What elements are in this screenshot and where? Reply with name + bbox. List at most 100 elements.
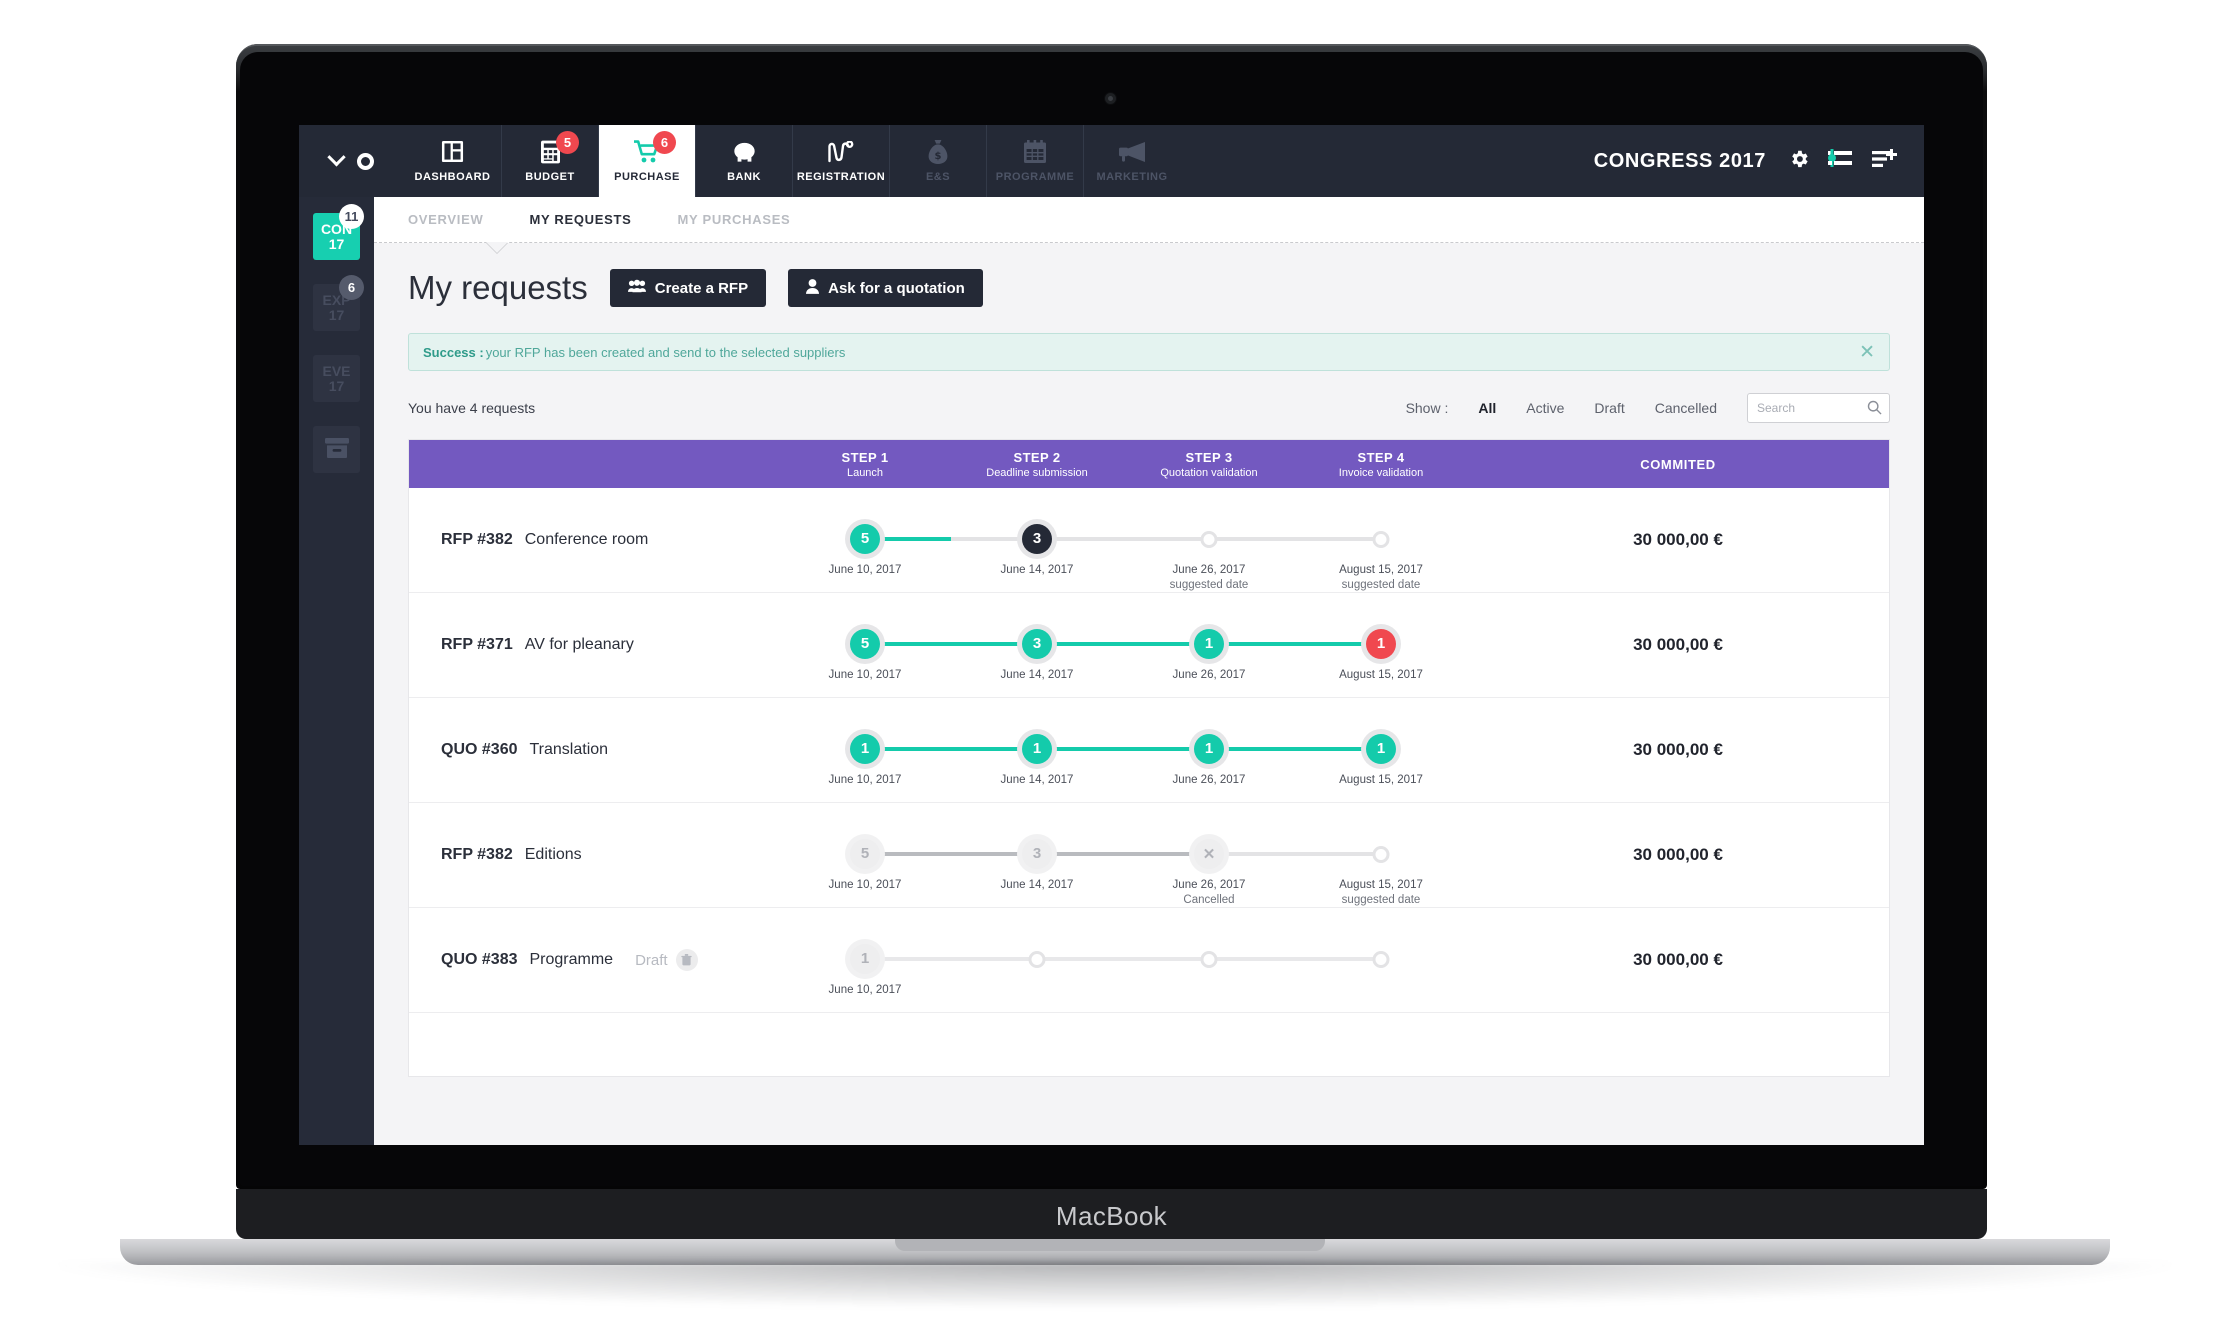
ask-quotation-label: Ask for a quotation [828, 279, 965, 297]
trash-icon[interactable] [675, 949, 698, 971]
tab-my-purchases[interactable]: MY PURCHASES [678, 212, 791, 227]
step-date: June 14, 2017 [951, 563, 1123, 579]
step-circle: 1 [850, 733, 880, 764]
nav-item-label: BUDGET [525, 171, 575, 183]
users-icon [627, 279, 646, 297]
nav-item-label: PURCHASE [614, 171, 680, 183]
step-circle: 5 [850, 628, 880, 659]
row-request-name: QUO #360 Translation [409, 741, 779, 759]
filter-active[interactable]: Active [1526, 400, 1564, 416]
tab-overview[interactable]: OVERVIEW [408, 212, 483, 227]
gear-icon[interactable] [1788, 148, 1810, 175]
step-date-main: August 15, 2017 [1339, 668, 1423, 681]
step-date: June 10, 2017 [779, 773, 951, 789]
device-label: MacBook [1055, 1201, 1168, 1231]
sidebar-item-eve[interactable]: EVE 17 [313, 355, 360, 402]
row-amount: 30 000,00 € [1633, 740, 1723, 759]
chevron-down-icon [326, 147, 346, 166]
step-date-main: June 14, 2017 [1000, 668, 1074, 681]
nav-item-label: E&S [925, 171, 951, 183]
nav-item-bank[interactable]: BANK [695, 125, 792, 197]
th-step-3: STEP 3 Quotation validation [1123, 450, 1295, 479]
row-title: AV for pleanary [524, 636, 634, 653]
nav-item-marketing[interactable]: MARKETING [1083, 125, 1180, 197]
step-circle: 3 [1022, 628, 1052, 659]
line-chart-icon [828, 139, 854, 164]
nav-item-budget[interactable]: BUDGET 5 [501, 125, 598, 197]
filter-draft[interactable]: Draft [1594, 400, 1624, 416]
nav-item-e-s[interactable]: $ E&S [889, 125, 986, 197]
step-date-main: June 14, 2017 [1000, 878, 1074, 891]
screenshot-stage: DASHBOARD BUDGET 5 PURCHASE 6 BANK REGISTRATIO… [0, 0, 2222, 1344]
row-step-track: 5 June 10, 2017 3 June 14, 2017 June 26, 201… [779, 488, 1467, 593]
list-add-icon[interactable] [1872, 148, 1898, 174]
sidebar-badge: 11 [339, 204, 364, 229]
draft-label: Draft [635, 951, 668, 969]
sidebar-item-line2: 17 [328, 377, 345, 394]
sidebar-item-line1: EVE [322, 362, 351, 379]
sliders-icon[interactable] [1828, 148, 1854, 174]
th-commited: COMMITED [1640, 456, 1716, 472]
create-rfp-button[interactable]: Create a RFP [609, 269, 767, 307]
tab-my-requests[interactable]: MY REQUESTS [529, 212, 631, 227]
step-circle [1372, 530, 1390, 548]
nav-item-programme[interactable]: PROGRAMME [986, 125, 1083, 197]
step-connector-fill [1037, 641, 1209, 646]
step-circle: 5 [850, 838, 880, 869]
table-row[interactable]: RFP #382 Editions 5 June 10, 2017 3 June 14, … [409, 803, 1889, 908]
table-row[interactable]: QUO #360 Translation 1 June 10, 2017 1 June 1… [409, 698, 1889, 803]
laptop-base-notch [895, 1239, 1325, 1251]
table-header-row: STEP 1 Launch STEP 2 Deadline submission… [409, 440, 1889, 488]
close-icon[interactable]: ✕ [1859, 343, 1875, 362]
search-box [1747, 393, 1890, 423]
table-row[interactable]: RFP #371 AV for pleanary 5 June 10, 2017 3 Ju… [409, 593, 1889, 698]
step-date-main: June 10, 2017 [828, 983, 902, 996]
step-circle: 1 [1022, 733, 1052, 764]
step-date-main: June 10, 2017 [828, 773, 902, 786]
nav-item-registration[interactable]: REGISTRATION [792, 125, 889, 197]
filter-controls: Show : All Active Draft Cancelled [1406, 393, 1890, 423]
row-amount: 30 000,00 € [1633, 950, 1723, 969]
filter-all[interactable]: All [1478, 400, 1496, 416]
step-connector-fill [1209, 746, 1381, 751]
step-circle: 1 [1366, 628, 1396, 659]
step-date: August 15, 2017 [1295, 668, 1467, 684]
sidebar-badge: 6 [339, 275, 364, 300]
filter-cancelled[interactable]: Cancelled [1655, 400, 1717, 416]
piggy-bank-icon [733, 139, 756, 164]
table-row[interactable]: RFP #382 Conference room 5 June 10, 2017 3 Ju… [409, 488, 1889, 593]
th-step-2-subtitle: Deadline submission [986, 466, 1088, 479]
workspace-title: CONGRESS 2017 [1593, 149, 1766, 172]
row-step-track: 1 June 10, 2017 1 June 14, 2017 1 June 26, 20… [779, 698, 1467, 803]
sidebar-item-archive[interactable] [313, 426, 360, 473]
step-date-main: June 26, 2017 [1172, 773, 1246, 786]
sidebar-item-exp[interactable]: EXP 17 6 [313, 275, 364, 331]
row-amount: 30 000,00 € [1633, 530, 1723, 549]
step-circle: 5 [850, 523, 880, 554]
sidebar-item-con[interactable]: CON 17 11 [313, 204, 364, 260]
brand-logo[interactable] [299, 125, 404, 197]
request-count: You have 4 requests [408, 400, 536, 416]
step-circle [1372, 950, 1390, 968]
row-step-track: 5 June 10, 2017 3 June 14, 2017 1 June 26, 20… [779, 593, 1467, 698]
step-connector-base [1209, 536, 1381, 541]
step-date-main: August 15, 2017 [1339, 773, 1423, 786]
page-header: My requests Create a RFP Ask for a quota… [374, 243, 1924, 307]
th-step-4: STEP 4 Invoice validation [1295, 450, 1467, 479]
table-row[interactable]: QUO #383 Programme Draft 1 June 10, 2017 30 0… [409, 908, 1889, 1013]
step-connector-base [1209, 956, 1381, 961]
svg-text:$: $ [935, 151, 942, 162]
search-icon[interactable] [1867, 400, 1882, 420]
show-label: Show : [1405, 400, 1449, 416]
ask-quotation-button[interactable]: Ask for a quotation [788, 269, 983, 307]
nav-item-dashboard[interactable]: DASHBOARD [404, 125, 501, 197]
step-connector-base [1037, 956, 1209, 961]
create-rfp-label: Create a RFP [654, 279, 749, 297]
step-date-main: June 14, 2017 [1000, 563, 1074, 576]
sub-navigation: OVERVIEW MY REQUESTS MY PURCHASES [374, 197, 1924, 253]
th-step-1-title: STEP 1 [841, 449, 889, 465]
nav-item-purchase[interactable]: PURCHASE 6 [598, 125, 695, 197]
step-connector-base [1209, 851, 1381, 856]
nav-badge: 5 [556, 131, 579, 154]
laptop-shadow [60, 1262, 2170, 1308]
